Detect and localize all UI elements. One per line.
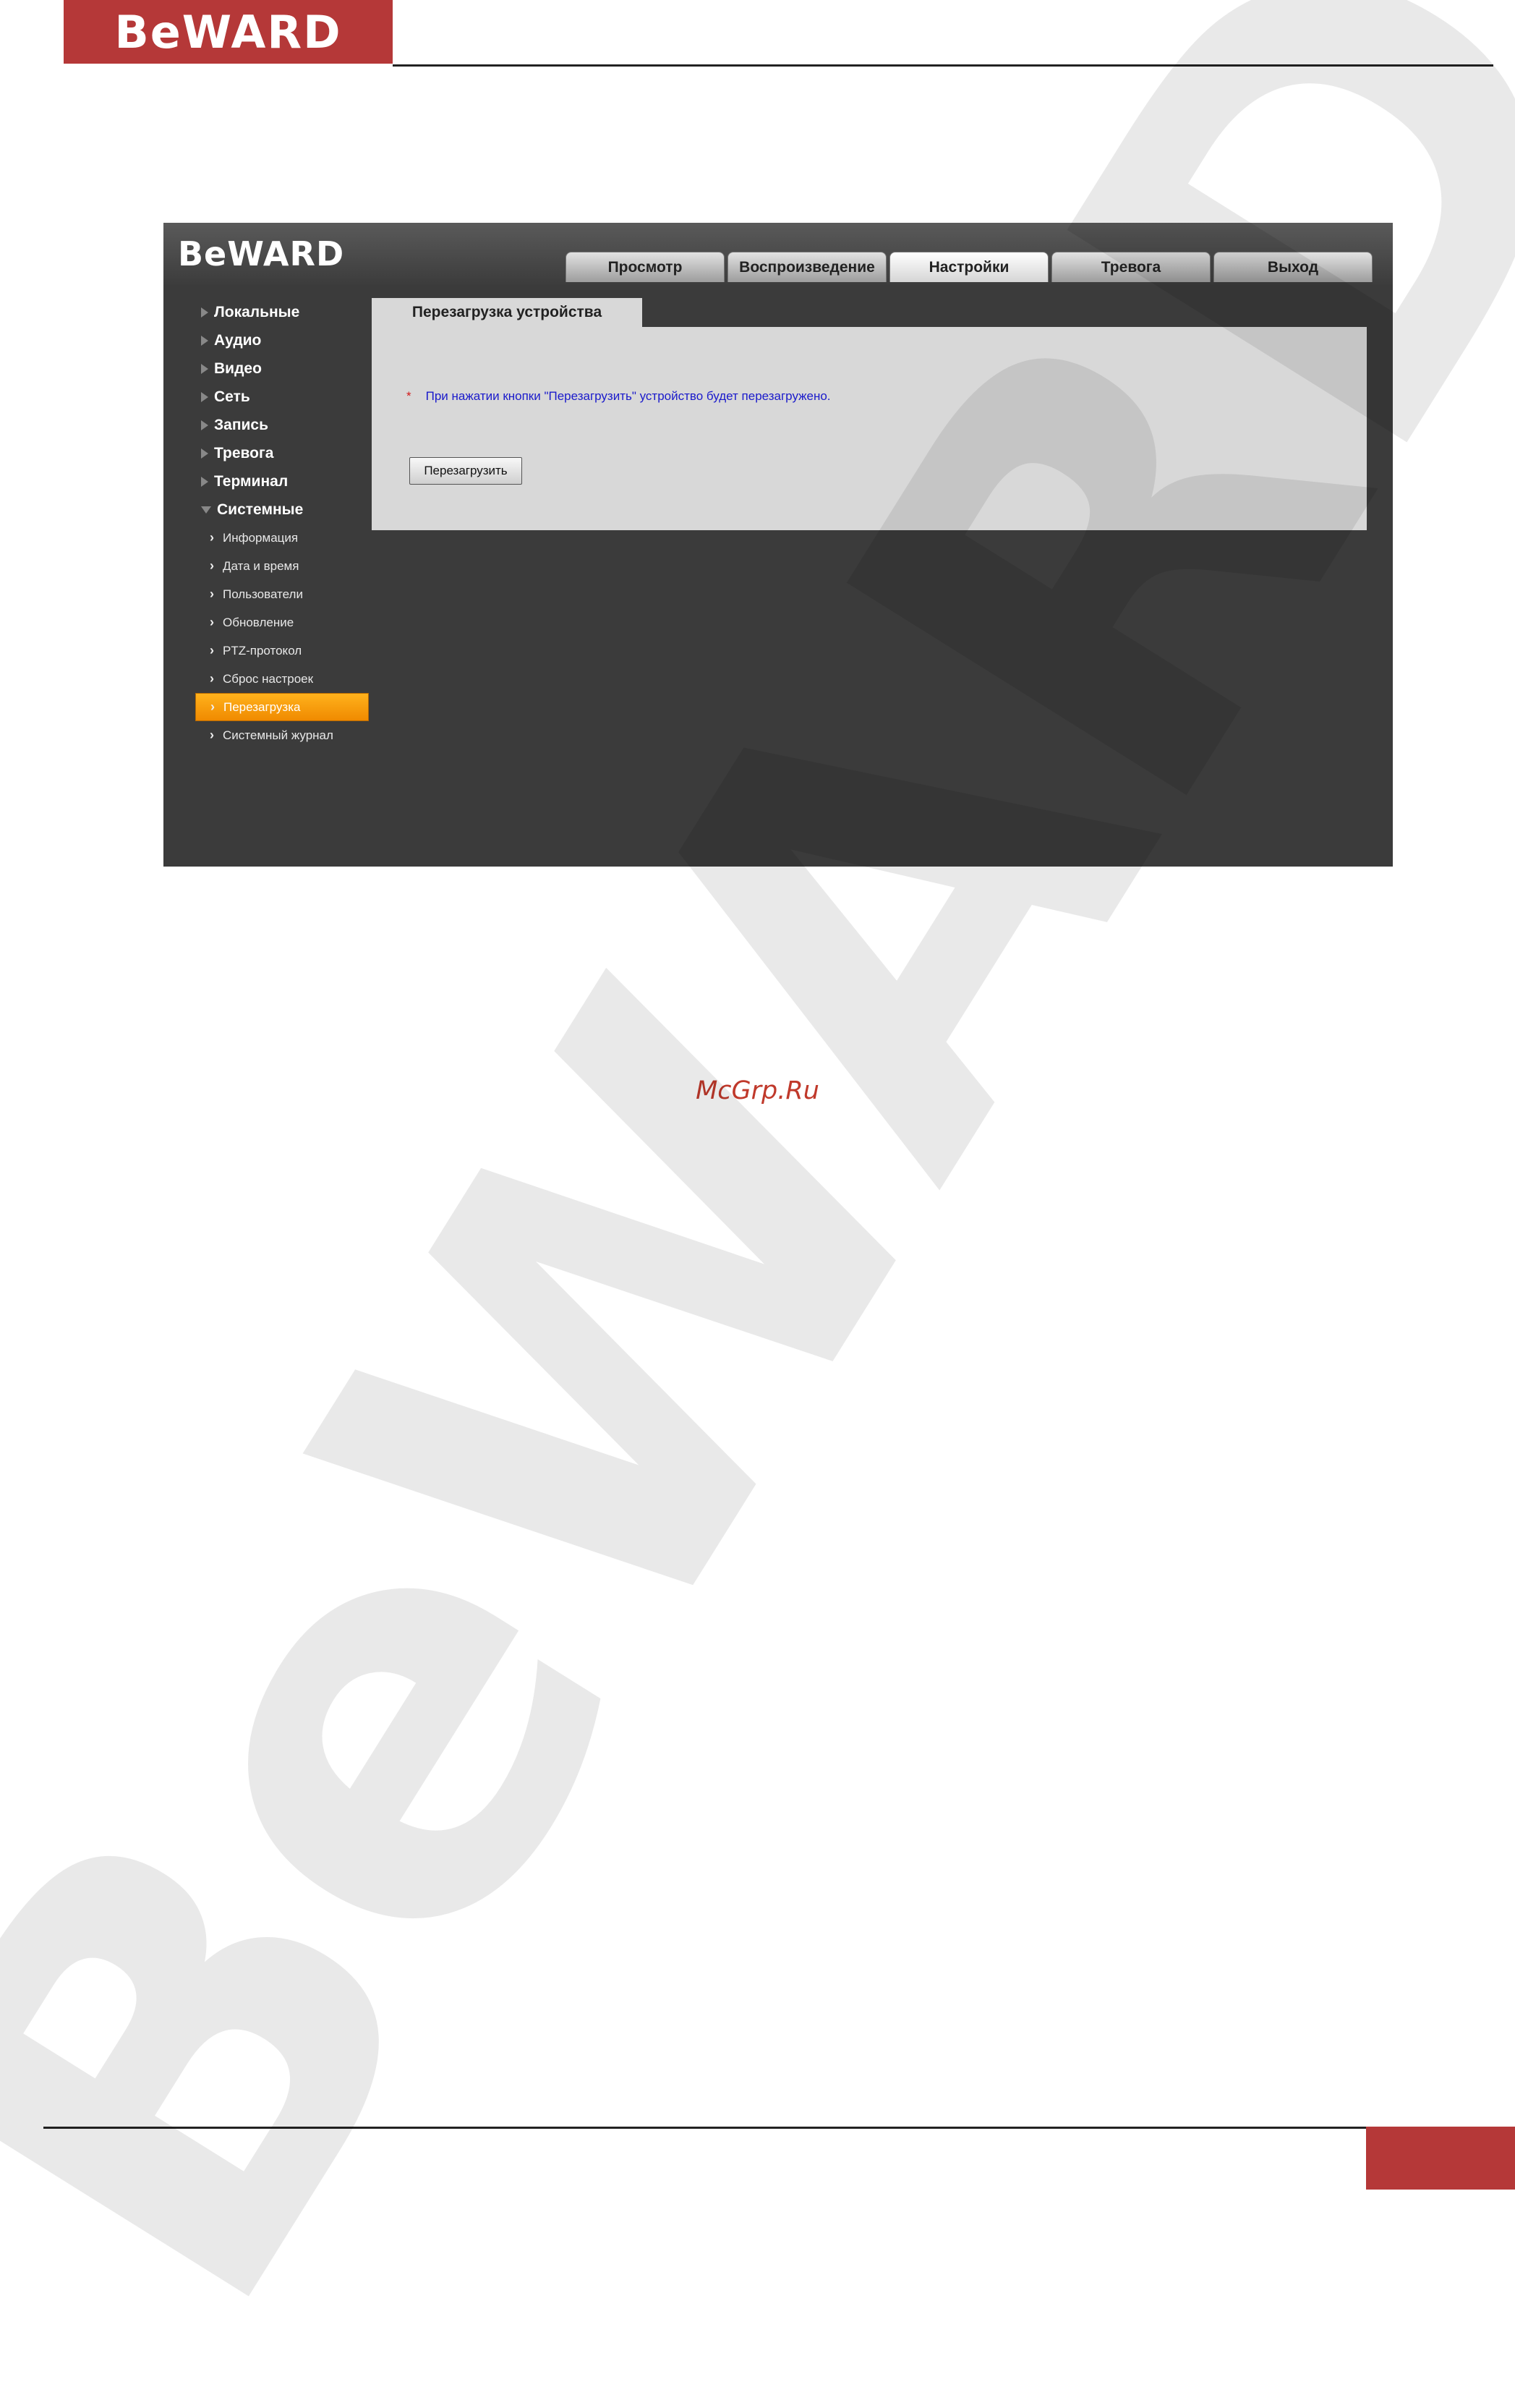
sidebar-subitem-info[interactable]: › Информация — [195, 524, 369, 552]
sidebar-item-label: Тревога — [214, 444, 274, 461]
chevron-right-icon: › — [210, 728, 214, 742]
reboot-button[interactable]: Перезагрузить — [409, 457, 522, 485]
sidebar-subitem-label: PTZ-протокол — [223, 643, 302, 658]
sidebar-item-label: Локальные — [214, 303, 300, 320]
reboot-panel: * При нажатии кнопки "Перезагрузить" устр… — [372, 327, 1367, 530]
sidebar-item-local[interactable]: Локальные — [195, 298, 369, 326]
sidebar-subitem-label: Пользователи — [223, 587, 303, 601]
chevron-right-icon: › — [210, 615, 214, 629]
sidebar-item-record[interactable]: Запись — [195, 411, 369, 439]
sidebar-subitem-label: Информация — [223, 530, 299, 545]
triangle-down-icon — [201, 506, 211, 514]
app-header: BeWARD Просмотр Воспроизведение Настройк… — [163, 223, 1393, 285]
sidebar-item-audio[interactable]: Аудио — [195, 326, 369, 354]
chevron-right-icon: › — [210, 643, 214, 658]
tab-alarm[interactable]: Тревога — [1051, 252, 1211, 282]
sidebar-item-terminal[interactable]: Терминал — [195, 467, 369, 495]
sidebar-subitem-label: Сброс настроек — [223, 671, 314, 686]
sidebar-subitem-syslog[interactable]: › Системный журнал — [195, 721, 369, 749]
sidebar-item-video[interactable]: Видео — [195, 354, 369, 383]
app-screenshot: BeWARD Просмотр Воспроизведение Настройк… — [163, 223, 1393, 867]
tab-playback[interactable]: Воспроизведение — [727, 252, 887, 282]
app-logo: BeWARD — [178, 234, 345, 273]
settings-sidebar: Локальные Аудио Видео Сеть Запись Тревог… — [195, 298, 369, 749]
sidebar-subitem-datetime[interactable]: › Дата и время — [195, 552, 369, 580]
sidebar-subitem-ptz[interactable]: › PTZ-протокол — [195, 637, 369, 665]
main-tabs: Просмотр Воспроизведение Настройки Трево… — [566, 252, 1373, 282]
sidebar-item-label: Системные — [217, 501, 304, 518]
sidebar-item-label: Сеть — [214, 388, 250, 405]
sidebar-subitem-label: Обновление — [223, 615, 294, 629]
triangle-right-icon — [201, 335, 208, 346]
triangle-right-icon — [201, 307, 208, 318]
reboot-notice: * При нажатии кнопки "Перезагрузить" устр… — [406, 389, 831, 404]
page-number-badge — [1366, 2127, 1515, 2190]
tab-view[interactable]: Просмотр — [566, 252, 725, 282]
sidebar-item-label: Терминал — [214, 472, 289, 490]
sidebar-subitem-users[interactable]: › Пользователи — [195, 580, 369, 608]
chevron-right-icon: › — [210, 671, 214, 686]
content-tab-title: Перезагрузка устройства — [372, 298, 642, 327]
reboot-notice-text: При нажатии кнопки "Перезагрузить" устро… — [425, 389, 831, 403]
sidebar-item-label: Видео — [214, 360, 262, 377]
sidebar-subitem-label: Дата и время — [223, 558, 299, 573]
sidebar-item-network[interactable]: Сеть — [195, 383, 369, 411]
sidebar-subitem-update[interactable]: › Обновление — [195, 608, 369, 637]
triangle-right-icon — [201, 448, 208, 459]
sidebar-subitem-label: Системный журнал — [223, 728, 333, 742]
footer-divider — [43, 2127, 1367, 2129]
sidebar-subitem-reset[interactable]: › Сброс настроек — [195, 665, 369, 693]
sidebar-item-label: Запись — [214, 416, 269, 433]
chevron-right-icon: › — [210, 587, 214, 601]
site-watermark-text: McGrp.Ru — [696, 1076, 819, 1105]
header-divider — [393, 64, 1493, 67]
chevron-right-icon: › — [210, 558, 214, 573]
sidebar-subitem-reboot[interactable]: › Перезагрузка — [195, 693, 369, 721]
document-logo: BeWARD — [64, 0, 393, 64]
triangle-right-icon — [201, 391, 208, 402]
tab-settings[interactable]: Настройки — [889, 252, 1049, 282]
chevron-right-icon: › — [210, 699, 215, 714]
sidebar-subitem-label: Перезагрузка — [223, 699, 301, 714]
asterisk-marker: * — [406, 389, 411, 403]
sidebar-item-alarm[interactable]: Тревога — [195, 439, 369, 467]
tab-logout[interactable]: Выход — [1213, 252, 1373, 282]
triangle-right-icon — [201, 476, 208, 487]
triangle-right-icon — [201, 363, 208, 374]
chevron-right-icon: › — [210, 530, 214, 545]
triangle-right-icon — [201, 420, 208, 430]
sidebar-item-label: Аудио — [214, 331, 262, 349]
sidebar-item-system[interactable]: Системные — [195, 495, 369, 524]
